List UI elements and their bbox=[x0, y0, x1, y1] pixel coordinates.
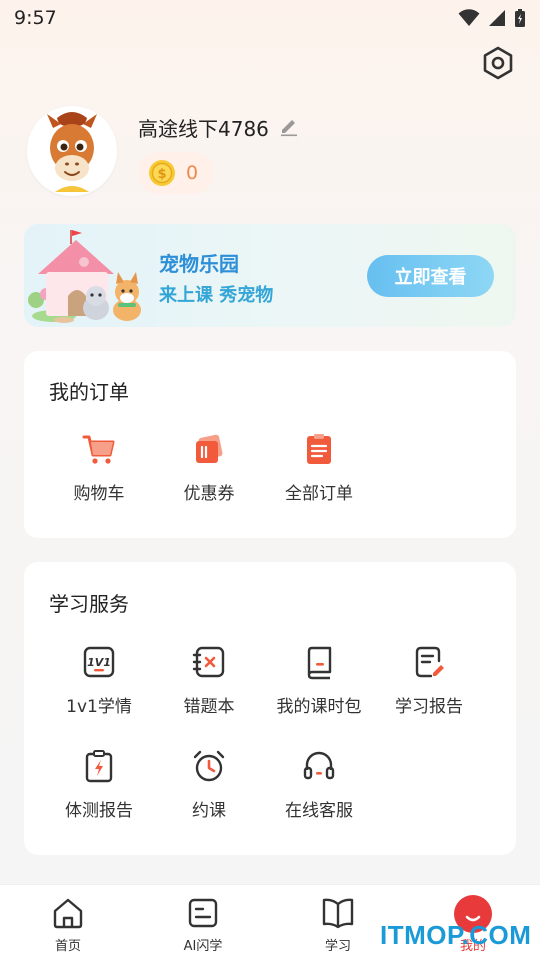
nav-home-label: 首页 bbox=[54, 939, 81, 954]
wifi-icon bbox=[458, 9, 480, 26]
coin-count: 0 bbox=[186, 162, 199, 184]
coin-balance[interactable]: $ 0 bbox=[138, 152, 214, 194]
services-title: 学习服务 bbox=[49, 592, 129, 616]
nav-home[interactable]: 首页 bbox=[18, 895, 118, 954]
status-icons bbox=[458, 8, 526, 28]
orders-card: 我的订单 购物车 优惠券 全部订单 bbox=[24, 351, 516, 538]
cart-entry[interactable]: 购物车 bbox=[44, 431, 154, 504]
cart-icon bbox=[82, 435, 115, 464]
test-report-label: 体测报告 bbox=[65, 801, 133, 821]
1v1-icon: 1V1 bbox=[83, 646, 115, 678]
lesson-package-icon bbox=[307, 646, 332, 680]
nav-ai-learn-label: AI闪学 bbox=[183, 939, 223, 954]
1v1-label: 1v1学情 bbox=[66, 697, 132, 717]
battery-icon bbox=[515, 9, 525, 27]
orders-icon bbox=[307, 434, 331, 464]
test-report-icon bbox=[85, 750, 113, 783]
settings-icon bbox=[483, 46, 513, 80]
mistake-book-entry[interactable]: 错题本 bbox=[154, 644, 264, 717]
study-report-entry[interactable]: 学习报告 bbox=[374, 644, 484, 717]
book-class-label: 约课 bbox=[192, 801, 226, 821]
home-icon bbox=[53, 898, 83, 929]
study-report-icon bbox=[415, 646, 444, 678]
pet-house-illustration bbox=[28, 230, 141, 323]
ai-learn-icon bbox=[188, 898, 218, 928]
test-report-entry[interactable]: 体测报告 bbox=[44, 748, 154, 821]
pet-banner-title: 宠物乐园 bbox=[159, 252, 239, 276]
coupon-entry[interactable]: 优惠券 bbox=[154, 431, 264, 504]
coupon-label: 优惠券 bbox=[183, 484, 235, 504]
mistake-book-icon bbox=[192, 646, 225, 678]
book-class-entry[interactable]: 约课 bbox=[154, 748, 264, 821]
settings-button[interactable] bbox=[480, 45, 516, 81]
status-time: 9:57 bbox=[14, 7, 57, 29]
pet-banner-subtitle: 来上课 秀宠物 bbox=[159, 285, 274, 306]
signal-icon bbox=[489, 10, 505, 26]
headset-icon bbox=[303, 751, 335, 780]
cart-label: 购物车 bbox=[73, 484, 125, 504]
lesson-package-entry[interactable]: 我的课时包 bbox=[264, 644, 374, 717]
svg-text:$: $ bbox=[157, 167, 166, 182]
watermark: ITMOP.COM bbox=[380, 920, 532, 950]
coupon-icon bbox=[196, 434, 223, 463]
lesson-package-label: 我的课时包 bbox=[276, 697, 362, 717]
mistake-book-label: 错题本 bbox=[183, 697, 235, 717]
customer-service-label: 在线客服 bbox=[285, 801, 353, 821]
horse-mascot-icon bbox=[27, 106, 117, 196]
status-bar: 9:57 bbox=[0, 0, 540, 36]
pencil-icon bbox=[281, 120, 297, 137]
1v1-entry[interactable]: 1V1 1v1学情 bbox=[44, 644, 154, 717]
customer-service-entry[interactable]: 在线客服 bbox=[264, 748, 374, 821]
edit-name-button[interactable] bbox=[278, 116, 300, 138]
avatar[interactable] bbox=[27, 106, 117, 196]
orders-title: 我的订单 bbox=[49, 380, 129, 404]
services-card: 学习服务 1V1 1v1学情 错题本 我的课时包 学习报告 体测报告 约课 在线… bbox=[24, 562, 516, 855]
coin-icon: $ bbox=[149, 160, 175, 186]
book-icon bbox=[322, 898, 354, 929]
svg-text:1V1: 1V1 bbox=[87, 656, 111, 669]
all-orders-label: 全部订单 bbox=[285, 484, 353, 504]
nav-ai-learn[interactable]: AI闪学 bbox=[153, 895, 253, 954]
pet-park-banner[interactable]: 宠物乐园 来上课 秀宠物 立即查看 bbox=[24, 224, 516, 327]
alarm-clock-icon bbox=[193, 750, 225, 782]
all-orders-entry[interactable]: 全部订单 bbox=[264, 431, 374, 504]
view-now-button[interactable]: 立即查看 bbox=[367, 255, 494, 297]
nav-study-label: 学习 bbox=[324, 939, 351, 954]
study-report-label: 学习报告 bbox=[395, 697, 463, 717]
nav-study[interactable]: 学习 bbox=[288, 895, 388, 954]
username: 高途线下4786 bbox=[138, 117, 269, 141]
